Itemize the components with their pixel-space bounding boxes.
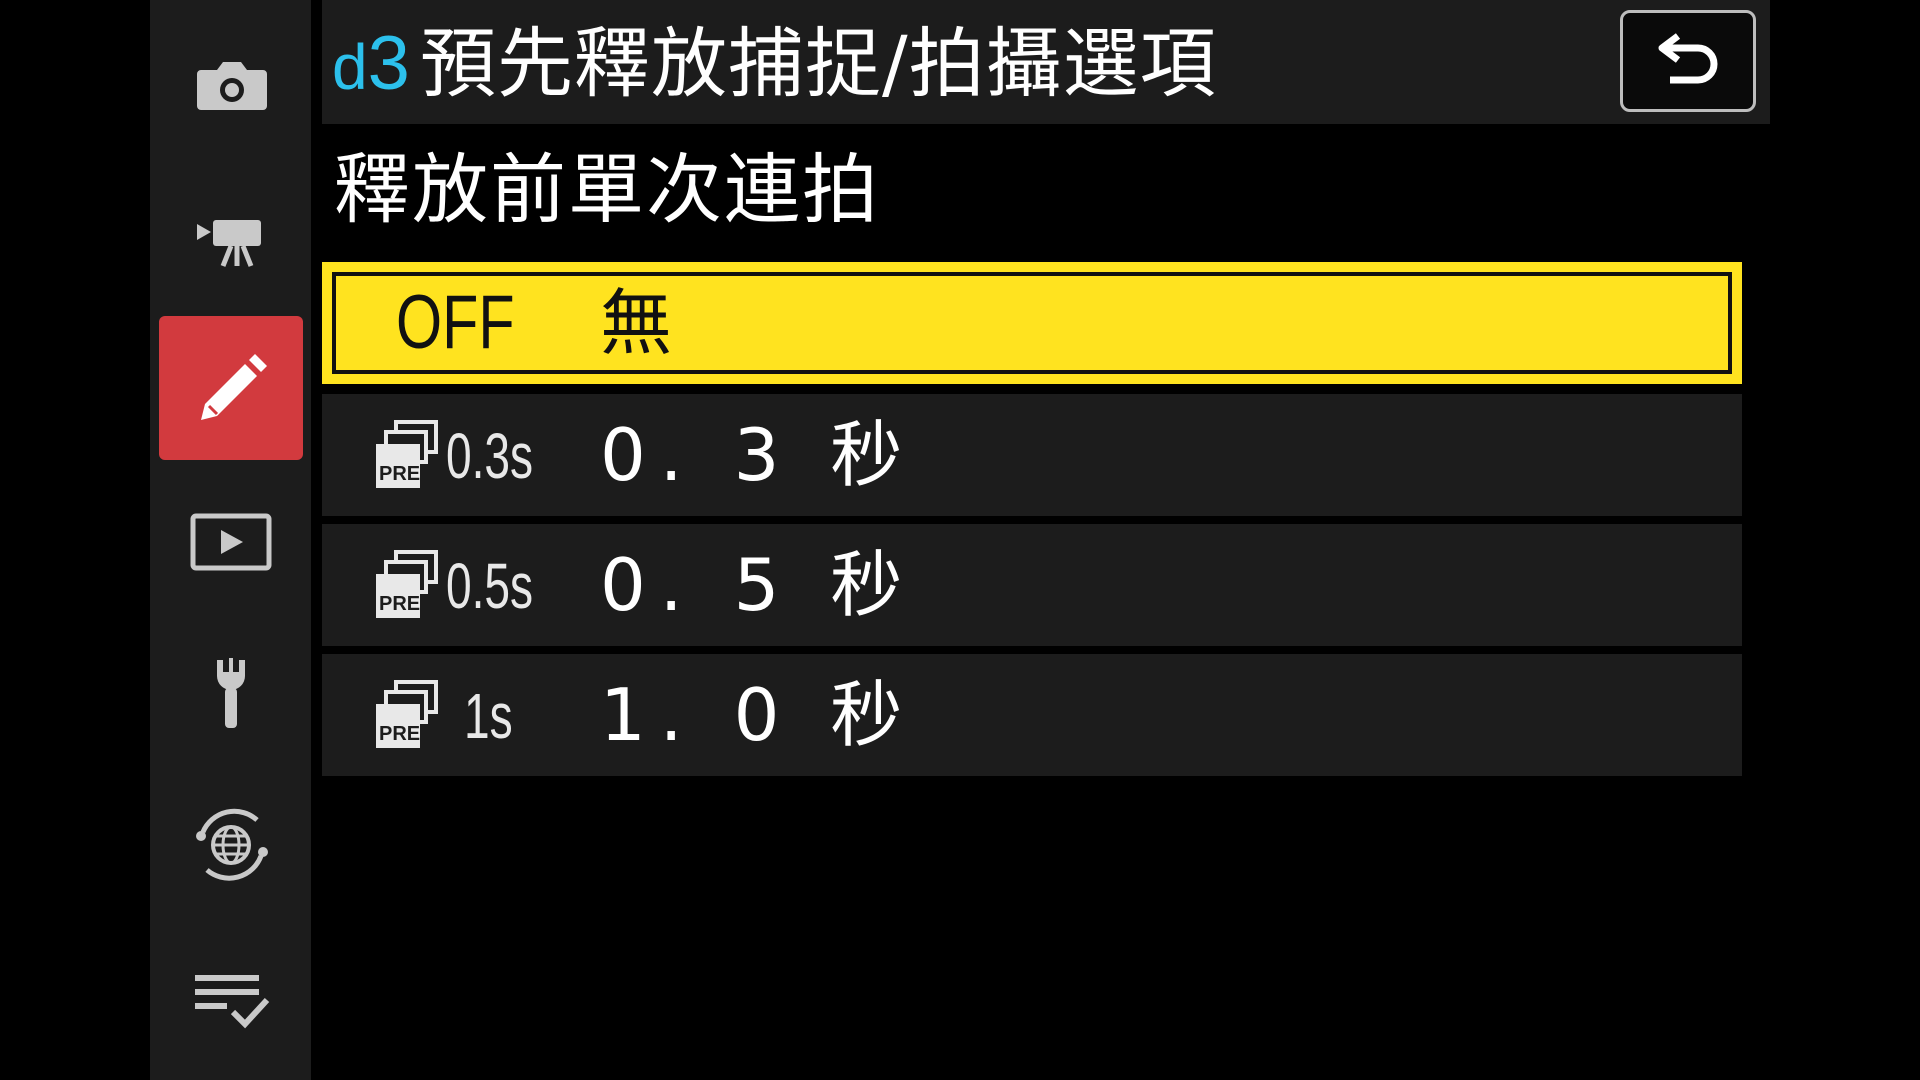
option-0-5s[interactable]: PRE 0.5s 0. 5 秒 [322, 524, 1742, 646]
code-number: 3 [367, 21, 410, 106]
tab-setup[interactable] [159, 620, 303, 764]
menu-tab-bar [150, 0, 311, 1080]
option-code: 0.3s [446, 420, 534, 492]
tab-my-menu[interactable] [159, 924, 303, 1068]
code-letter: d [332, 31, 368, 103]
selection-frame [332, 272, 1732, 374]
back-button[interactable] [1620, 10, 1756, 112]
tab-playback[interactable] [159, 468, 303, 612]
play-icon [190, 513, 272, 571]
option-code: 0.5s [446, 550, 534, 622]
option-0-3s[interactable]: PRE 0.3s 0. 3 秒 [322, 394, 1742, 516]
option-label: 無 [600, 281, 687, 365]
camera-icon [197, 62, 267, 110]
pre-release-burst-icon: PRE 0.3s [372, 408, 572, 504]
tab-custom-settings[interactable] [159, 316, 303, 460]
movie-camera-icon [197, 220, 261, 267]
globe-network-icon [196, 808, 268, 881]
section-subtitle: 釋放前單次連拍 [334, 145, 880, 234]
wrench-icon [217, 658, 245, 728]
tab-video-recording[interactable] [159, 164, 303, 308]
tab-network[interactable] [159, 772, 303, 916]
option-label: 0. 3 秒 [600, 413, 917, 497]
option-label: 1. 0 秒 [600, 673, 917, 757]
pencil-icon [201, 354, 267, 420]
svg-text:PRE: PRE [379, 463, 420, 485]
svg-text:PRE: PRE [379, 593, 420, 615]
option-off[interactable]: OFF 無 [322, 262, 1742, 384]
tab-photo-shooting[interactable] [159, 12, 303, 156]
pre-release-burst-icon: PRE 0.5s [372, 538, 572, 634]
option-code: 1s [464, 680, 513, 752]
pre-release-burst-icon: PRE 1s [372, 668, 572, 764]
svg-text:PRE: PRE [379, 723, 420, 745]
page-title: 預先釋放捕捉/拍攝選項 [420, 19, 1217, 108]
option-label: 0. 5 秒 [600, 543, 917, 627]
option-code: OFF [396, 280, 515, 365]
checklist-icon [195, 975, 270, 1029]
option-1s[interactable]: PRE 1s 1. 0 秒 [322, 654, 1742, 776]
menu-item-code: d3 [332, 14, 410, 114]
return-icon [1658, 33, 1718, 84]
menu-header: d3 預先釋放捕捉/拍攝選項 [322, 0, 1770, 124]
